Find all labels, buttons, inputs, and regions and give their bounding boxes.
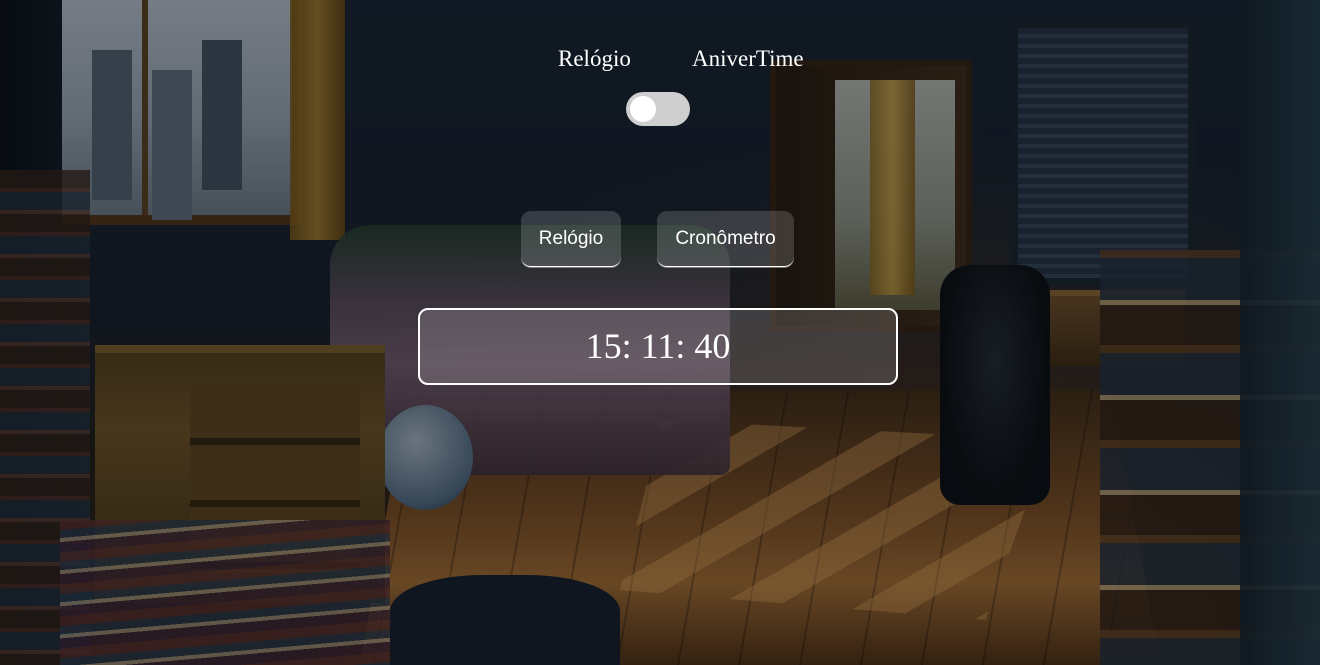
relogio-button[interactable]: Relógio bbox=[521, 211, 621, 267]
toggle-knob bbox=[630, 96, 656, 122]
cronometro-button[interactable]: Cronômetro bbox=[657, 211, 794, 267]
clock-time: 15: 11: 40 bbox=[585, 326, 731, 366]
clock-display: 15: 11: 40 bbox=[418, 308, 898, 385]
toggle-label-relogio: Relógio bbox=[558, 46, 631, 71]
mode-toggle-switch[interactable] bbox=[626, 92, 690, 126]
mode-toggle-labels: Relógio AniverTime bbox=[0, 44, 1320, 74]
toggle-label-anivertime: AniverTime bbox=[692, 46, 804, 71]
